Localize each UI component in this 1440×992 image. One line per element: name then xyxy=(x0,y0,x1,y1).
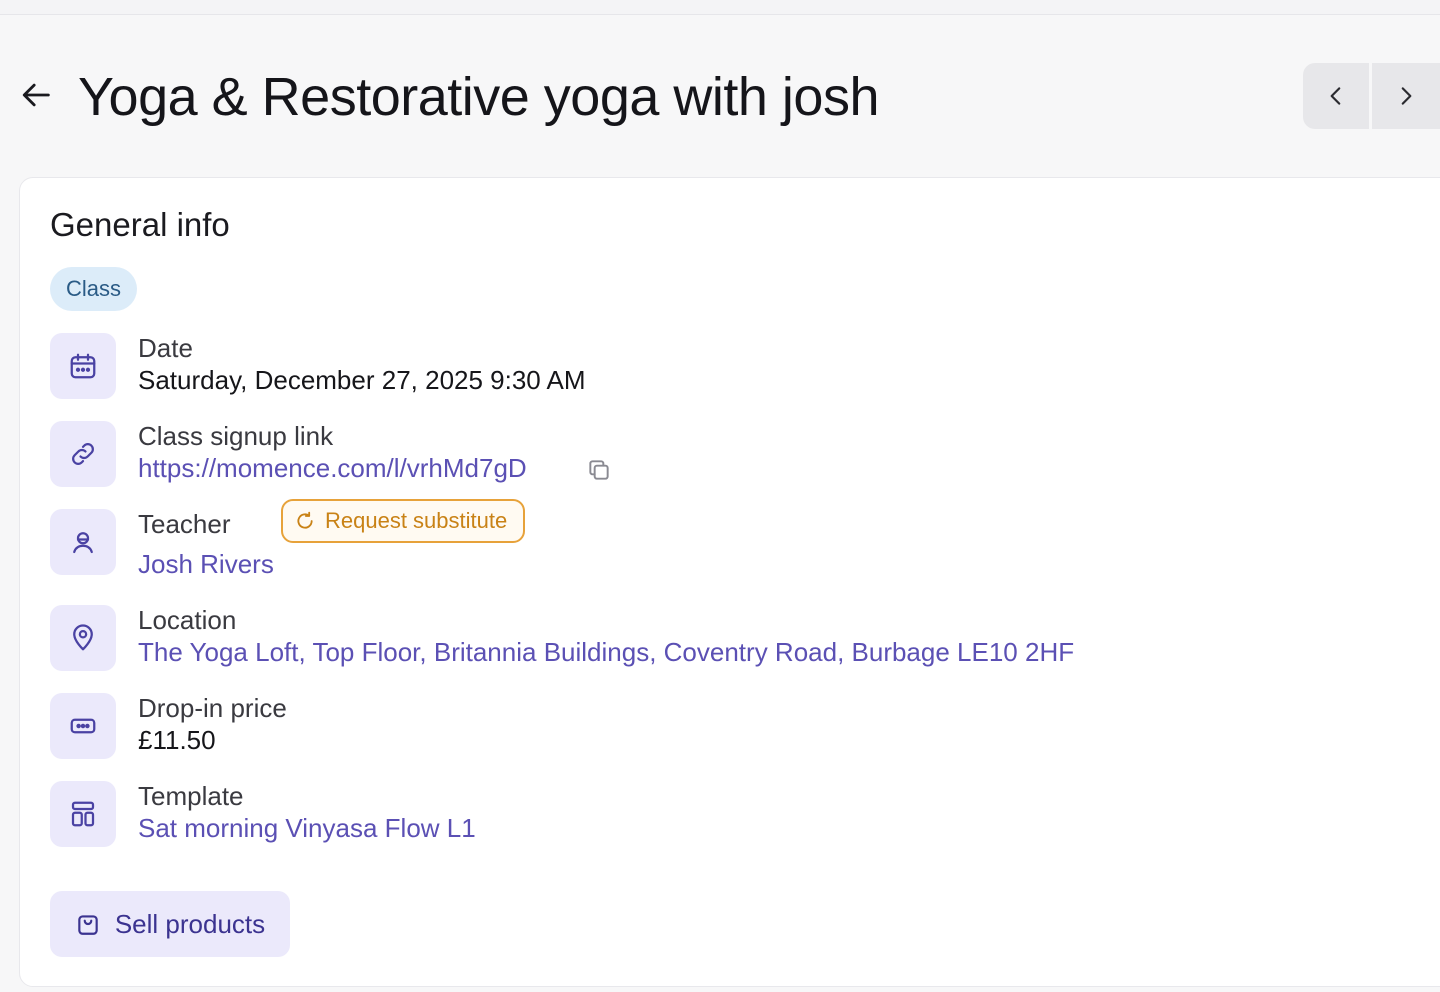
date-icon-box xyxy=(50,333,116,399)
date-row: Date Saturday, December 27, 2025 9:30 AM xyxy=(50,333,1250,399)
signup-icon-box xyxy=(50,421,116,487)
template-value[interactable]: Sat morning Vinyasa Flow L1 xyxy=(138,813,476,844)
class-type-badge: Class xyxy=(50,267,138,311)
pagination-controls xyxy=(1303,63,1440,129)
page-header: Yoga & Restorative yoga with josh xyxy=(0,58,1440,136)
calendar-icon xyxy=(70,353,96,379)
template-icon xyxy=(71,801,95,827)
map-pin-icon xyxy=(73,624,93,651)
price-icon-box xyxy=(50,693,116,759)
teacher-row: Teacher Request substitute Josh Rivers xyxy=(50,499,1250,579)
teacher-name[interactable]: Josh Rivers xyxy=(138,549,274,580)
price-label: Drop-in price xyxy=(138,693,287,723)
date-value: Saturday, December 27, 2025 9:30 AM xyxy=(138,365,586,395)
template-row: Template Sat morning Vinyasa Flow L1 xyxy=(50,781,1250,847)
location-value[interactable]: The Yoga Loft, Top Floor, Britannia Buil… xyxy=(138,637,1074,668)
location-row: Location The Yoga Loft, Top Floor, Brita… xyxy=(50,605,1250,671)
template-label: Template xyxy=(138,781,244,811)
section-title: General info xyxy=(50,206,230,243)
chevron-right-icon xyxy=(1401,87,1412,105)
teacher-label: Teacher xyxy=(138,509,231,539)
back-button[interactable] xyxy=(18,76,56,114)
teacher-icon-box xyxy=(50,509,116,575)
link-icon xyxy=(72,443,94,465)
refresh-icon xyxy=(297,511,313,529)
sell-products-label: Sell products xyxy=(114,908,266,939)
copy-icon xyxy=(589,460,609,480)
price-value: £11.50 xyxy=(138,725,216,755)
ticket-icon xyxy=(70,718,96,734)
sell-products-button[interactable]: Sell products xyxy=(50,891,290,957)
price-row: Drop-in price £11.50 xyxy=(50,693,1250,759)
previous-button[interactable] xyxy=(1303,63,1369,129)
chevron-left-icon xyxy=(1330,87,1341,105)
request-substitute-label: Request substitute xyxy=(325,508,508,533)
signup-link-label: Class signup link xyxy=(138,421,334,451)
signup-link-url[interactable]: https://momence.com/l/vrhMd7gD xyxy=(138,453,527,484)
date-label: Date xyxy=(138,333,193,363)
arrow-left-icon xyxy=(22,83,50,107)
top-bar xyxy=(0,0,1440,15)
location-label: Location xyxy=(138,605,237,635)
general-info-card: General info Class Date Saturday, Decemb… xyxy=(19,177,1440,987)
user-icon xyxy=(73,532,93,554)
signup-link-row: Class signup link https://momence.com/l/… xyxy=(50,421,1250,487)
copy-link-button[interactable] xyxy=(584,455,614,485)
next-button[interactable] xyxy=(1372,63,1440,129)
location-icon-box xyxy=(50,605,116,671)
shopping-bag-icon xyxy=(78,915,98,935)
template-icon-box xyxy=(50,781,116,847)
page-title: Yoga & Restorative yoga with josh xyxy=(78,67,880,127)
request-substitute-button[interactable]: Request substitute xyxy=(281,499,526,543)
